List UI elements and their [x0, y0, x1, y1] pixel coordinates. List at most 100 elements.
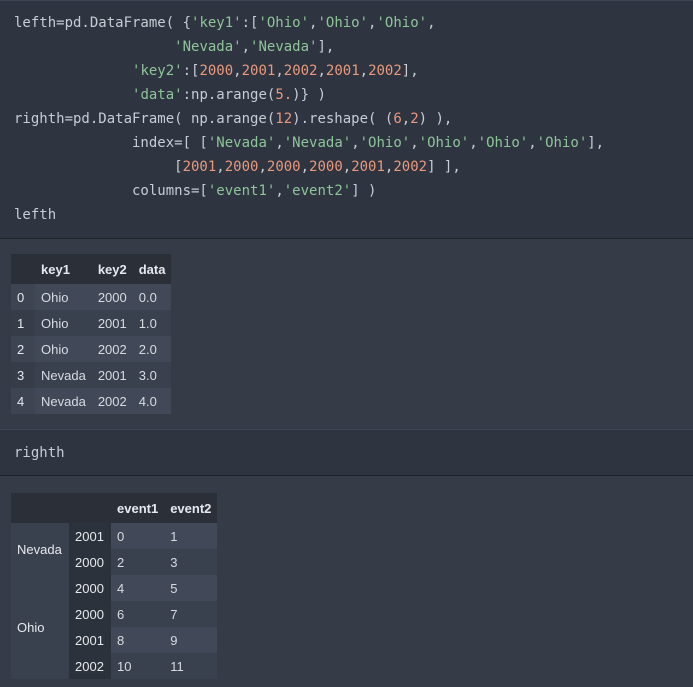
code-string: 'Ohio'	[359, 135, 411, 151]
table-cell: Nevada	[35, 388, 92, 414]
code-string: 'event2'	[283, 183, 352, 199]
code-number: 5.	[275, 87, 293, 103]
code-text: index=[ [	[14, 135, 208, 151]
code-number: 2000	[224, 159, 259, 175]
table-cell: 2002	[91, 336, 133, 362]
code-text: columns=[	[14, 183, 208, 199]
code-text: ,	[528, 135, 537, 151]
code-text: ,	[410, 135, 419, 151]
index-level1-label: 2000	[69, 549, 111, 575]
table-cell: 2002	[91, 388, 133, 414]
code-string: 'Ohio'	[536, 135, 588, 151]
code-cell-2[interactable]: righth	[0, 429, 693, 476]
code-text: ,	[469, 135, 478, 151]
code-text: :np.arange(	[182, 87, 276, 103]
code-line: 'Nevada','Nevada'],	[14, 35, 693, 59]
table-cell: 4	[111, 575, 165, 601]
code-string: 'Nevada'	[207, 135, 276, 151]
code-line: 'data':np.arange(5.)} )	[14, 83, 693, 107]
code-number: 2002	[393, 159, 428, 175]
index-level1-label: 2002	[69, 653, 111, 679]
row-index: 4	[11, 388, 35, 414]
row-index: 2	[11, 336, 35, 362]
table-cell: 1.0	[132, 310, 172, 336]
index-level0-header	[11, 493, 69, 523]
code-string: 'key2'	[132, 63, 183, 79]
index-level1-header	[69, 493, 111, 523]
code-line: righth=pd.DataFrame( np.arange(12).resha…	[14, 107, 693, 131]
table-cell: 10	[111, 653, 165, 679]
code-number: 2001	[325, 63, 360, 79]
row-index: 3	[11, 362, 35, 388]
code-string: 'Nevada'	[174, 39, 242, 55]
code-number: 2002	[368, 63, 402, 79]
index-header	[11, 254, 35, 284]
table-cell: 0.0	[132, 284, 172, 310]
code-line: columns=['event1','event2'] )	[14, 179, 693, 203]
code-text: [	[14, 159, 183, 175]
code-number: 2002	[283, 63, 318, 79]
code-text: ] ],	[427, 159, 461, 175]
index-level1-label: 2000	[69, 575, 111, 601]
code-text: )} )	[292, 87, 326, 103]
code-text: righth=pd.DataFrame( np.arange(	[14, 111, 276, 127]
column-header-event2: event2	[164, 493, 218, 523]
table-row: 1 Ohio 2001 1.0	[11, 310, 172, 336]
code-number: 6	[393, 111, 402, 127]
code-line: index=[ ['Nevada','Nevada','Ohio','Ohio'…	[14, 131, 693, 155]
table-cell: 1	[164, 523, 218, 549]
table-row: 0 Ohio 2000 0.0	[11, 284, 172, 310]
table-cell: 9	[164, 627, 218, 653]
code-number: 2000	[266, 159, 301, 175]
table-row: 3 Nevada 2001 3.0	[11, 362, 172, 388]
notebook: lefth=pd.DataFrame( {'key1':['Ohio','Ohi…	[0, 0, 693, 687]
code-text: ],	[587, 135, 605, 151]
code-line: lefth=pd.DataFrame( {'key1':['Ohio','Ohi…	[14, 11, 693, 35]
table-cell: 3	[164, 549, 218, 575]
table-row: 2 Ohio 2002 2.0	[11, 336, 172, 362]
code-number: 12	[275, 111, 293, 127]
output-area-2: event1 event2 Nevada 2001 0 1 2000 2 3 Ohio 2000…	[0, 476, 693, 687]
column-header-key2: key2	[91, 254, 133, 284]
table-header-row: event1 event2	[11, 493, 218, 523]
code-editor-2[interactable]: righth	[14, 441, 693, 465]
table-cell: 3.0	[132, 362, 172, 388]
code-text: ) ),	[418, 111, 453, 127]
table-cell: 2001	[91, 310, 133, 336]
table-cell: Ohio	[35, 310, 92, 336]
index-level1-label: 2000	[69, 601, 111, 627]
table-cell: 2.0	[132, 336, 172, 362]
code-number: 2001	[241, 63, 276, 79]
table-cell: 6	[111, 601, 165, 627]
column-header-data: data	[132, 254, 172, 284]
table-row: 4 Nevada 2002 4.0	[11, 388, 172, 414]
code-string: 'event1'	[207, 183, 276, 199]
index-level0-label: Nevada	[11, 523, 69, 575]
table-cell: 5	[164, 575, 218, 601]
code-text: lefth=pd.DataFrame( {	[14, 15, 192, 31]
code-string: 'Ohio'	[376, 15, 428, 31]
code-text: ,	[233, 63, 242, 79]
column-header-event1: event1	[111, 493, 165, 523]
code-text: ] )	[351, 183, 377, 199]
code-text: ,	[241, 39, 251, 55]
table-row: Ohio 2000 4 5	[11, 575, 218, 679]
code-text: ],	[317, 39, 335, 55]
code-number: 2001	[351, 159, 385, 175]
output-area-1: key1 key2 data 0 Ohio 2000 0.0 1 Ohio 2001 1.0 2…	[0, 239, 693, 429]
table-cell: 8	[111, 627, 165, 653]
row-index: 1	[11, 310, 35, 336]
code-text: ,	[275, 135, 284, 151]
code-text: ,	[401, 111, 411, 127]
code-string: 'data'	[132, 87, 183, 103]
code-cell-1[interactable]: lefth=pd.DataFrame( {'key1':['Ohio','Ohi…	[0, 0, 693, 239]
index-level1-label: 2001	[69, 627, 111, 653]
table-cell: 2000	[91, 284, 133, 310]
code-number: 2	[410, 111, 419, 127]
code-number: 2000	[309, 159, 343, 175]
code-text: :[	[182, 63, 200, 79]
code-editor-1[interactable]: lefth=pd.DataFrame( {'key1':['Ohio','Ohi…	[14, 11, 693, 227]
dataframe-table-lefth: key1 key2 data 0 Ohio 2000 0.0 1 Ohio 2001 1.0 2…	[11, 254, 172, 414]
code-text: lefth	[14, 207, 57, 223]
